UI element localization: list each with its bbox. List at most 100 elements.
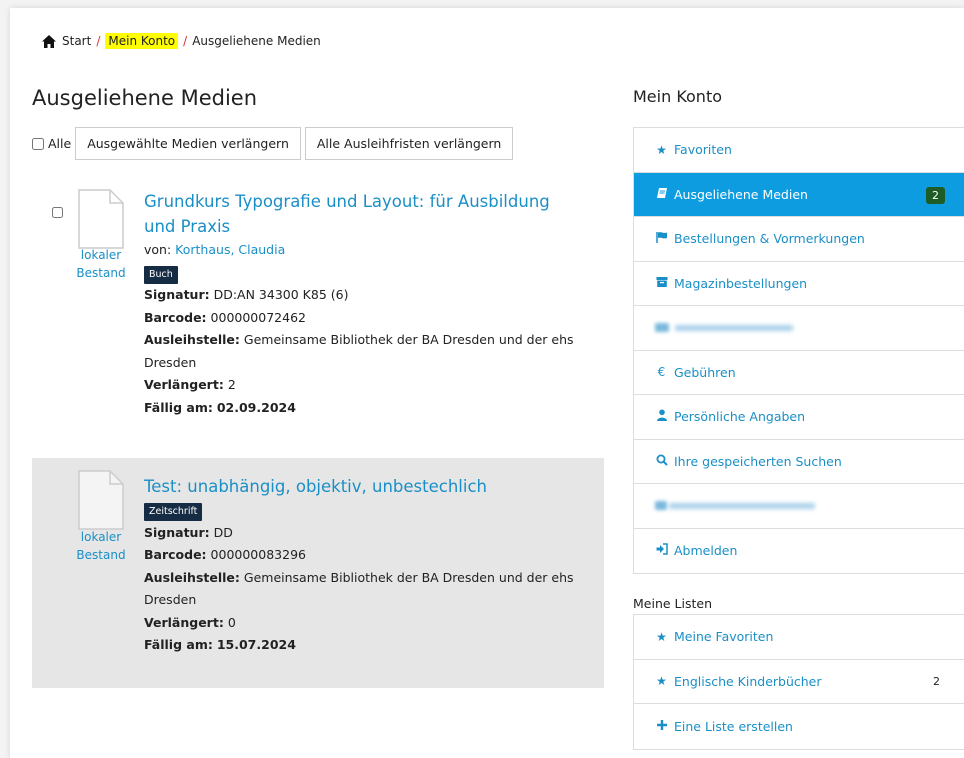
barcode-row: Barcode: 000000072462 (144, 307, 584, 330)
sign-out-icon (655, 543, 668, 558)
sidebar-item-abmelden[interactable]: Abmelden (634, 529, 964, 574)
lists-menu: ★ Meine Favoriten ★ Englische Kinderbüch… (633, 614, 964, 750)
sidebar-item-gespeicherte-suchen[interactable]: Ihre gespeicherten Suchen (634, 440, 964, 484)
page-title: Ausgeliehene Medien (32, 86, 258, 110)
list-item-label: Meine Favoriten (674, 629, 774, 645)
author-link[interactable]: Korthaus, Claudia (175, 242, 285, 257)
sidebar-item-favoriten[interactable]: ★ Favoriten (634, 128, 964, 173)
holding-label: lokaler Bestand (76, 530, 126, 562)
renew-selected-button[interactable]: Ausgewählte Medien verlängern (75, 127, 301, 160)
select-all-label: Alle (48, 136, 72, 151)
breadcrumb: Start / Mein Konto / Ausgeliehene Medien (42, 33, 321, 49)
barcode-value: 000000083296 (210, 547, 306, 562)
signatur-value: DD:AN 34300 K85 (6) (213, 287, 349, 302)
toolbar: Alle Ausgewählte Medien verlängern Alle … (32, 127, 517, 160)
due-row: Fällig am: 02.09.2024 (144, 397, 584, 420)
due-label: Fällig am: (144, 399, 213, 415)
breadcrumb-separator: / (183, 34, 188, 48)
sidebar-item-gebuehren[interactable]: € Gebühren (634, 351, 964, 395)
sidebar-item-magazinbestellungen[interactable]: Magazinbestellungen (634, 262, 964, 306)
list-count: 2 (933, 674, 940, 688)
sidebar-item-label: Magazinbestellungen (674, 275, 808, 291)
barcode-label: Barcode: (144, 309, 207, 325)
due-row: Fällig am: 15.07.2024 (144, 634, 584, 657)
renewed-label: Verlängert: (144, 377, 224, 392)
signatur-value: DD (213, 524, 233, 540)
location-row: Ausleihstelle: Gemeinsame Bibliothek der… (144, 567, 584, 612)
sidebar-item-blurred[interactable] (634, 306, 964, 351)
location-row: Ausleihstelle: Gemeinsame Bibliothek der… (144, 329, 584, 374)
list-item: lokaler Bestand Grundkurs Typografie und… (32, 185, 604, 445)
item-title-link[interactable]: Grundkurs Typografie und Layout: für Aus… (144, 189, 584, 239)
list-item-label: Eine Liste erstellen (674, 718, 793, 734)
renew-all-button[interactable]: Alle Ausleihfristen verlängern (304, 127, 514, 160)
sidebar-item-ausgeliehene-medien[interactable]: Ausgeliehene Medien 2 (634, 172, 964, 217)
holding-label: lokaler Bestand (76, 248, 126, 280)
list-item-meine-favoriten[interactable]: ★ Meine Favoriten (634, 615, 964, 660)
flag-icon (655, 231, 668, 246)
count-badge: 2 (926, 186, 945, 204)
item-body: Test: unabhängig, objektiv, unbestechlic… (144, 474, 584, 657)
sidebar-item-label: Persönliche Angaben (674, 409, 806, 425)
renewed-label: Verlängert: (144, 614, 224, 630)
item-author: von: Korthaus, Claudia (144, 239, 584, 262)
sidebar-item-persoenliche-angaben[interactable]: Persönliche Angaben (634, 395, 964, 440)
select-all-checkbox[interactable] (32, 137, 44, 150)
barcode-value: 000000072462 (210, 309, 306, 325)
search-icon (655, 454, 668, 469)
sidebar-item-label: Ausgeliehene Medien (674, 186, 808, 202)
euro-icon: € (657, 365, 666, 380)
document-icon (78, 470, 124, 530)
barcode-label: Barcode: (144, 547, 207, 562)
star-icon: ★ (656, 674, 667, 689)
list-item-label: Englische Kinderbücher (674, 673, 822, 689)
sidebar-item-label: Favoriten (674, 142, 732, 158)
breadcrumb-start-link[interactable]: Start (62, 34, 91, 48)
star-icon: ★ (656, 629, 667, 644)
book-icon (655, 187, 668, 202)
star-icon: ★ (656, 142, 667, 157)
signatur-row: Signatur: DD (144, 522, 584, 545)
document-icon (78, 189, 124, 249)
blurred-label (675, 324, 793, 331)
blurred-label (669, 502, 815, 509)
renewed-value: 2 (227, 377, 236, 392)
archive-icon (655, 276, 668, 291)
breadcrumb-current: Ausgeliehene Medien (192, 34, 321, 48)
sidebar-title: Mein Konto (633, 87, 723, 106)
list-item-englische-kinderbuecher[interactable]: ★ Englische Kinderbücher 2 (634, 660, 964, 704)
item-checkbox[interactable] (52, 207, 63, 218)
renewed-value: 0 (227, 614, 236, 630)
barcode-row: Barcode: 000000083296 (144, 544, 584, 567)
due-value: 15.07.2024 (216, 637, 296, 652)
item-title-link[interactable]: Test: unabhängig, objektiv, unbestechlic… (144, 474, 584, 499)
due-value: 02.09.2024 (216, 399, 296, 415)
sidebar-item-bestellungen[interactable]: Bestellungen & Vormerkungen (634, 217, 964, 262)
item-body: Grundkurs Typografie und Layout: für Aus… (144, 189, 584, 419)
user-icon (655, 409, 668, 424)
blurred-icon (655, 323, 669, 333)
sidebar-item-label: Ihre gespeicherten Suchen (674, 453, 842, 469)
renewed-row: Verlängert: 0 (144, 612, 584, 635)
sidebar-item-blurred[interactable] (634, 484, 964, 529)
signatur-label: Signatur: (144, 524, 210, 540)
format-badge: Zeitschrift (144, 503, 203, 521)
location-label: Ausleihstelle: (144, 569, 240, 585)
signatur-row: Signatur: DD:AN 34300 K85 (6) (144, 284, 584, 307)
home-icon (42, 34, 56, 48)
breadcrumb-separator: / (96, 34, 101, 48)
sidebar-item-label: Gebühren (674, 364, 736, 380)
lists-title: Meine Listen (633, 596, 712, 611)
breadcrumb-account-link[interactable]: Mein Konto (105, 33, 179, 49)
format-badge: Buch (144, 265, 178, 284)
location-label: Ausleihstelle: (144, 332, 240, 347)
sidebar-item-label: Abmelden (674, 543, 738, 559)
list-item: lokaler Bestand Test: unabhängig, objekt… (32, 458, 604, 688)
signatur-label: Signatur: (144, 287, 210, 302)
plus-icon (655, 719, 668, 734)
account-menu: ★ Favoriten Ausgeliehene Medien 2 Bestel… (633, 127, 964, 574)
renewed-row: Verlängert: 2 (144, 374, 584, 397)
sidebar-item-label: Bestellungen & Vormerkungen (674, 231, 865, 247)
author-label: von: (144, 242, 172, 257)
create-list-button[interactable]: Eine Liste erstellen (634, 704, 964, 749)
